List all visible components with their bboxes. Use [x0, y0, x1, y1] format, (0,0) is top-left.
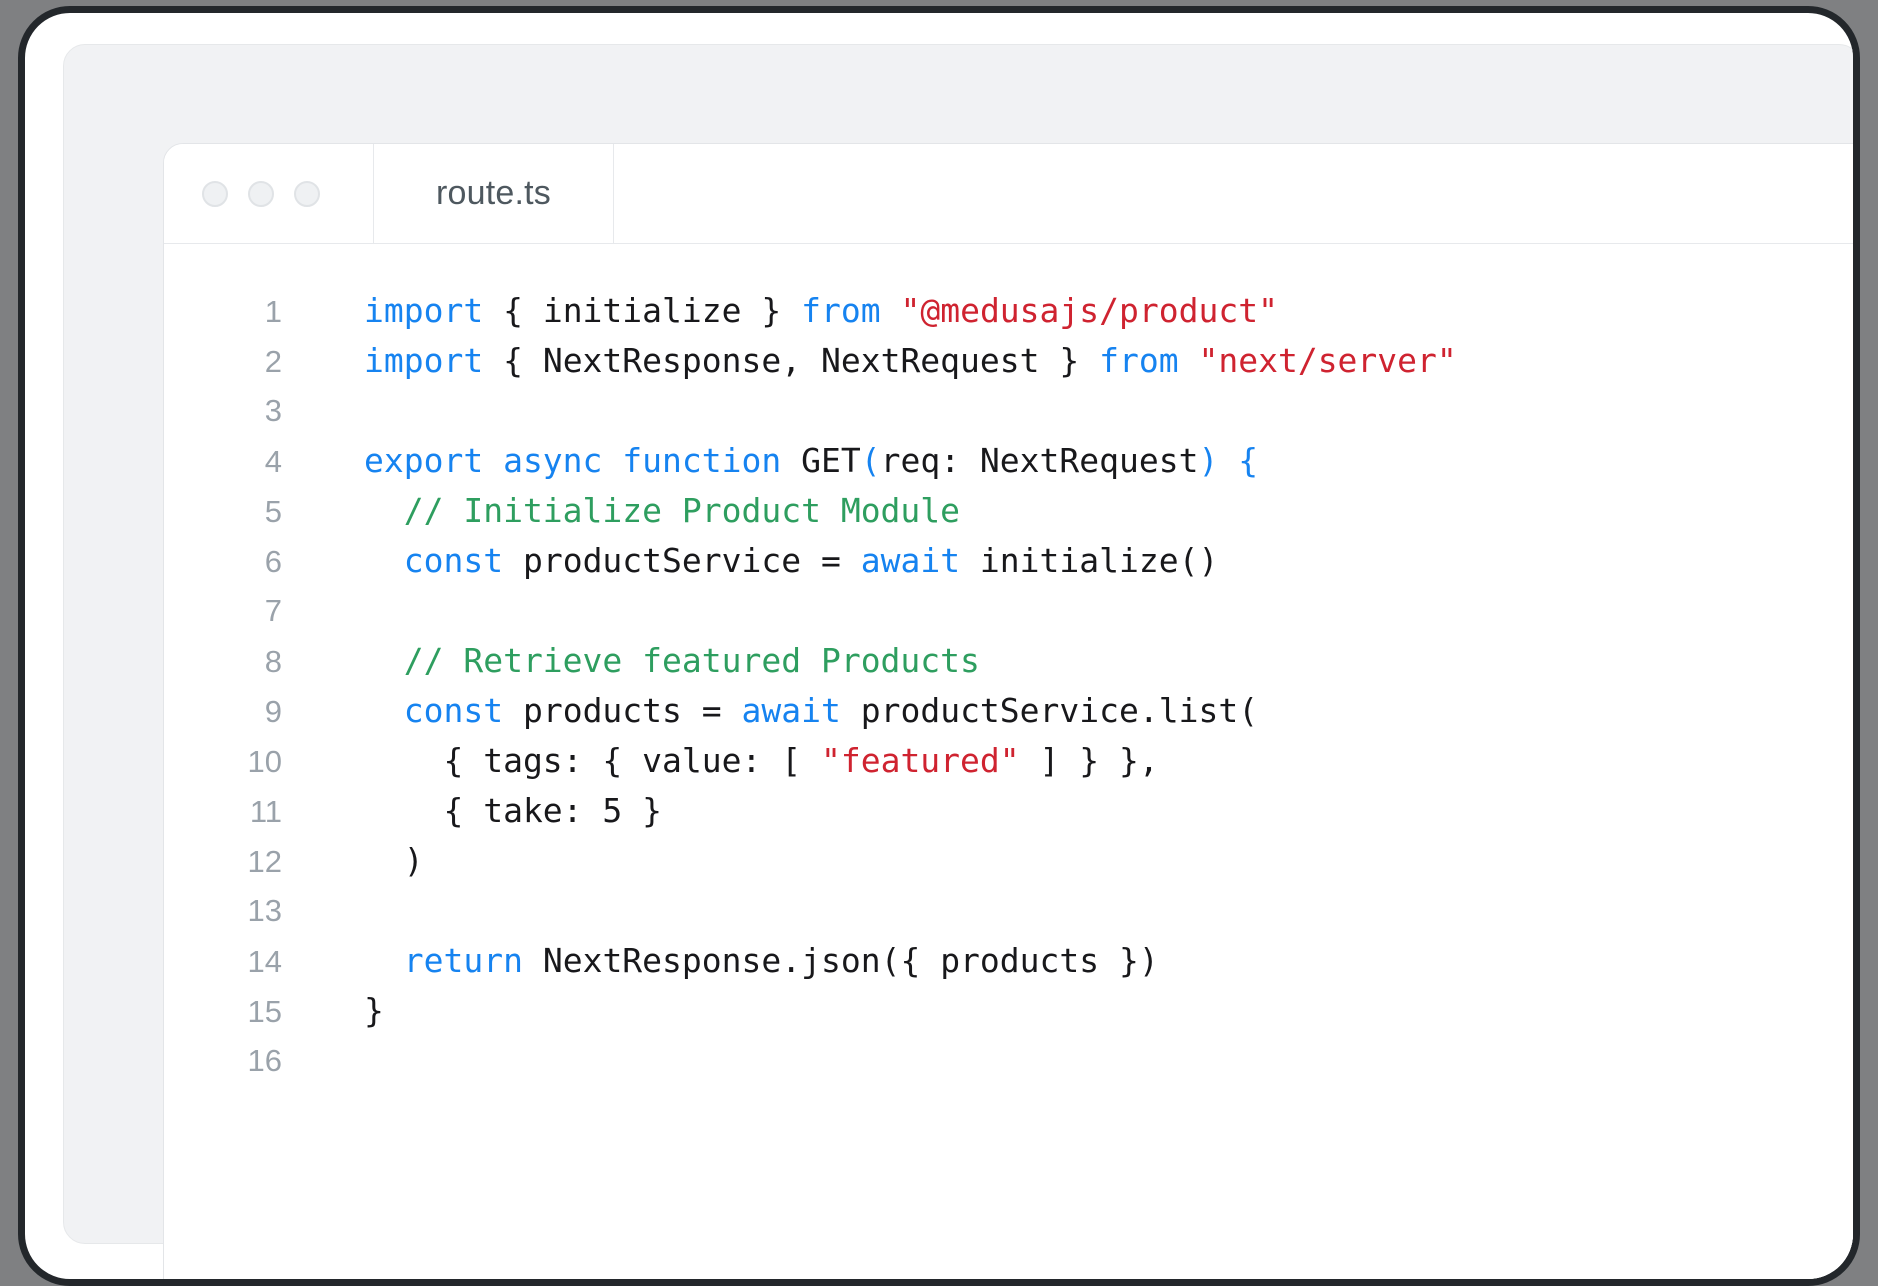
- code-line: 8 // Retrieve featured Products: [164, 636, 1853, 686]
- code-line: 2 import { NextResponse, NextRequest } fr…: [164, 336, 1853, 386]
- code-token-pln: products =: [503, 691, 742, 730]
- code-token-kw: await: [860, 541, 961, 580]
- code-line-text: // Initialize Product Module: [282, 486, 960, 536]
- code-token-kw: import: [364, 291, 484, 330]
- code-token-kw: ) {: [1198, 441, 1259, 480]
- code-line: 6 const productService = await initializ…: [164, 536, 1853, 586]
- device-frame: route.ts 1 import { initialize } from "@m…: [18, 6, 1860, 1286]
- tab-label: route.ts: [436, 174, 551, 212]
- code-token-kw: from: [1099, 341, 1179, 380]
- code-token-cmt: // Initialize Product Module: [364, 491, 961, 530]
- code-line: 3: [164, 386, 1853, 436]
- line-number: 7: [264, 593, 282, 628]
- window-controls[interactable]: [164, 144, 374, 243]
- code-line: 14 return NextResponse.json({ products }…: [164, 936, 1853, 986]
- code-token-pln: NextResponse.json({ products }): [522, 941, 1159, 980]
- line-number: 8: [264, 644, 282, 679]
- code-token-pln: { tags: { value: [: [364, 741, 821, 780]
- line-number: 4: [264, 444, 282, 479]
- editor-tab-bar: route.ts: [164, 144, 1853, 244]
- code-token-kw: const: [403, 541, 504, 580]
- code-token-kw: from: [801, 291, 881, 330]
- code-line-text: { tags: { value: [ "featured" ] } },: [282, 736, 1159, 786]
- code-line: 9 const products = await productService.…: [164, 686, 1853, 736]
- line-number: 2: [264, 344, 282, 379]
- code-line-text: ): [282, 836, 424, 886]
- code-token-cmt: // Retrieve featured Products: [364, 641, 980, 680]
- code-token-str: "@medusajs/product": [900, 291, 1278, 330]
- minimize-dot-icon[interactable]: [248, 180, 274, 207]
- code-line: 5 // Initialize Product Module: [164, 486, 1853, 536]
- code-token-pln: [364, 691, 404, 730]
- code-line: 15}: [164, 986, 1853, 1036]
- line-number: 12: [247, 844, 282, 879]
- line-number: 6: [264, 544, 282, 579]
- code-token-pln: req: NextRequest: [880, 441, 1199, 480]
- code-line: 12 ): [164, 836, 1853, 886]
- line-number: 14: [247, 944, 282, 979]
- code-token-pln: [881, 291, 901, 330]
- code-content-area[interactable]: 1 import { initialize } from "@medusajs/p…: [164, 244, 1853, 1279]
- line-number: 9: [264, 694, 282, 729]
- line-number: 10: [247, 744, 282, 779]
- code-token-pln: [364, 541, 404, 580]
- code-token-pln: initialize(): [960, 541, 1219, 580]
- tab-route-ts[interactable]: route.ts: [374, 144, 614, 243]
- code-token-pln: ] } },: [1019, 741, 1159, 780]
- code-line-text: { take: 5 }: [282, 786, 662, 836]
- code-token-pln: productService =: [503, 541, 861, 580]
- code-line-text: export async function GET(req: NextReque…: [282, 436, 1258, 486]
- code-line: 10 { tags: { value: [ "featured" ] } },: [164, 736, 1853, 786]
- code-line: 1 import { initialize } from "@medusajs/p…: [164, 286, 1853, 336]
- code-token-str: "next/server": [1198, 341, 1457, 380]
- code-token-kw: const: [403, 691, 504, 730]
- code-editor-window: route.ts 1 import { initialize } from "@m…: [163, 143, 1853, 1279]
- code-line-text: return NextResponse.json({ products }): [282, 936, 1159, 986]
- line-number: 15: [247, 994, 282, 1029]
- code-token-pln: GET: [781, 441, 861, 480]
- code-token-kw: import: [364, 341, 484, 380]
- code-token-pln: { initialize }: [483, 291, 802, 330]
- line-number: 13: [247, 893, 282, 928]
- line-number: 3: [264, 393, 282, 428]
- close-dot-icon[interactable]: [202, 180, 228, 207]
- code-token-kw: return: [403, 941, 523, 980]
- code-token-kw: export async function: [364, 441, 782, 480]
- code-line: 16: [164, 1036, 1853, 1086]
- code-token-pln: productService.list(: [840, 691, 1259, 730]
- code-token-pln: }: [364, 991, 384, 1030]
- tab-bar-empty-space: [614, 144, 1853, 243]
- line-number: 5: [264, 494, 282, 529]
- code-token-pln: ): [364, 841, 424, 880]
- code-line: 13: [164, 886, 1853, 936]
- line-number: 11: [249, 794, 282, 829]
- code-token-pln: [1179, 341, 1199, 380]
- code-token-kw: await: [741, 691, 841, 730]
- code-token-pln: { take: 5 }: [364, 791, 663, 830]
- code-token-str: "featured": [820, 741, 1020, 780]
- line-number: 16: [247, 1043, 282, 1078]
- code-line: 7: [164, 586, 1853, 636]
- code-line-text: // Retrieve featured Products: [282, 636, 980, 686]
- code-line-text: const products = await productService.li…: [282, 686, 1258, 736]
- code-line-text: }: [282, 986, 384, 1036]
- code-line-text: import { NextResponse, NextRequest } fro…: [282, 336, 1457, 386]
- code-token-kw: (: [860, 441, 881, 480]
- code-line: 11 { take: 5 }: [164, 786, 1853, 836]
- code-token-pln: { NextResponse, NextRequest }: [483, 341, 1100, 380]
- code-line: 4 export async function GET(req: NextRequ…: [164, 436, 1853, 486]
- code-token-pln: [364, 941, 404, 980]
- maximize-dot-icon[interactable]: [294, 180, 320, 207]
- code-line-text: const productService = await initialize(…: [282, 536, 1219, 586]
- code-line-text: import { initialize } from "@medusajs/pr…: [282, 286, 1278, 336]
- line-number: 1: [264, 294, 282, 329]
